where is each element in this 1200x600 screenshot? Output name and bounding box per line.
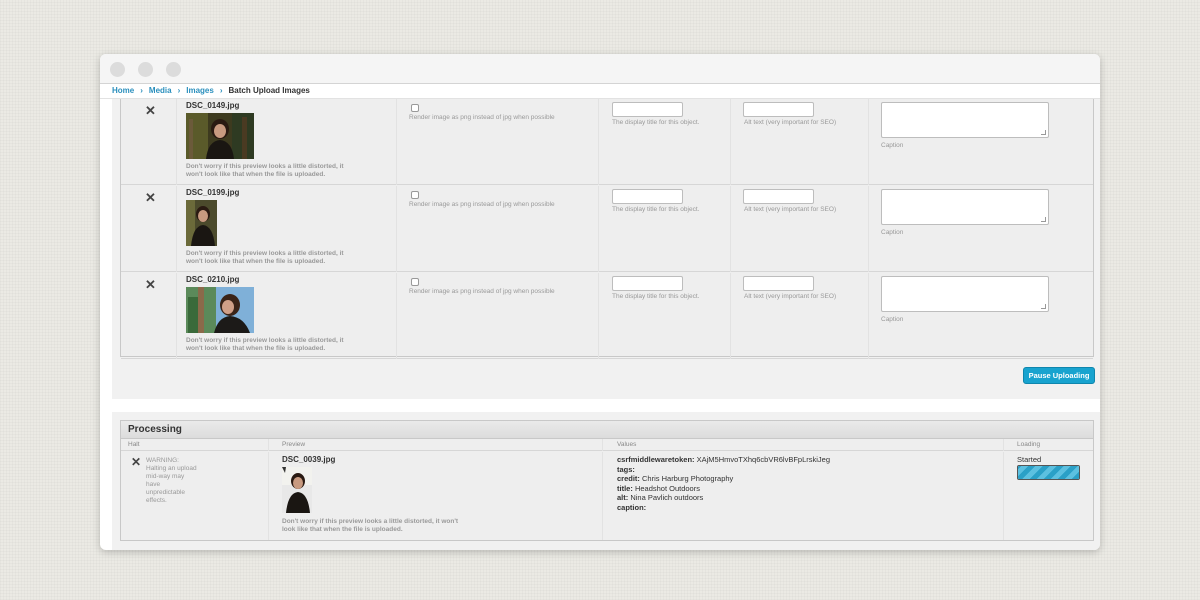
- title-bar: [100, 54, 1100, 84]
- column-header-preview: Preview: [269, 439, 603, 451]
- image-preview: [186, 287, 254, 333]
- image-preview: [186, 200, 217, 246]
- title-hint: The display title for this object.: [612, 119, 700, 126]
- loading-status: Started: [1017, 455, 1042, 464]
- table-row: ✕ DSC_0149.jpg Don't worry if this previ…: [121, 99, 1093, 185]
- title-value: Headshot Outdoors: [634, 483, 700, 493]
- column-header-loading: Loading: [1017, 441, 1041, 448]
- title-hint: The display title for this object.: [612, 293, 700, 300]
- window-maximize-dot[interactable]: [166, 62, 181, 77]
- distortion-note: Don't worry if this preview looks a litt…: [186, 250, 344, 265]
- file-name: DSC_0039.jpg: [282, 455, 336, 464]
- pause-uploading-button[interactable]: Pause Uploading: [1023, 367, 1095, 384]
- column-header-values: Values: [603, 439, 1004, 451]
- title-input[interactable]: [612, 102, 683, 117]
- halt-icon[interactable]: ✕: [131, 455, 141, 469]
- resize-grip-icon[interactable]: [1041, 130, 1046, 135]
- upload-progress-fill: [1018, 466, 1079, 479]
- window-close-dot[interactable]: [110, 62, 125, 77]
- render-png-checkbox[interactable]: [411, 278, 419, 286]
- render-png-label: Render image as png instead of jpg when …: [409, 114, 555, 121]
- tags-label: tags:: [617, 464, 635, 474]
- resize-grip-icon[interactable]: [1041, 304, 1046, 309]
- alt-text-hint: Alt text (very important for SEO): [744, 293, 837, 300]
- title-hint: The display title for this object.: [612, 206, 700, 213]
- title-input[interactable]: [612, 276, 683, 291]
- alt-value: Nina Pavlich outdoors: [630, 493, 704, 503]
- column-header-halt: Halt: [121, 439, 269, 451]
- caption-hint: Caption: [881, 142, 904, 149]
- chevron-right-icon: ›: [177, 86, 181, 95]
- processing-title: Processing: [121, 421, 1093, 439]
- chevron-right-icon: ›: [219, 86, 223, 95]
- alt-label: alt:: [617, 493, 629, 503]
- title-input[interactable]: [612, 189, 683, 204]
- breadcrumb: Home › Media › Images › Batch Upload Images: [100, 84, 1100, 99]
- file-name: DSC_0149.jpg: [186, 101, 240, 110]
- processing-panel: Processing Halt Preview Values Loading ✕…: [112, 412, 1100, 550]
- breadcrumb-current: Batch Upload Images: [228, 86, 310, 95]
- breadcrumb-home-link[interactable]: Home: [112, 86, 134, 95]
- file-name: DSC_0199.jpg: [186, 188, 240, 197]
- alt-text-input[interactable]: [743, 276, 814, 291]
- upload-table: ✕ DSC_0149.jpg Don't worry if this previ…: [120, 99, 1094, 359]
- processing-table: Processing Halt Preview Values Loading ✕…: [120, 420, 1094, 541]
- upload-progress-bar: [1017, 465, 1080, 480]
- breadcrumb-images-link[interactable]: Images: [186, 86, 214, 95]
- distortion-note: Don't worry if this preview looks a litt…: [282, 518, 459, 533]
- render-png-label: Render image as png instead of jpg when …: [409, 201, 555, 208]
- csrf-value: XAjM5HmvoTXhq6cbVR6lvBFpLrskiJeg: [696, 455, 831, 464]
- window-minimize-dot[interactable]: [138, 62, 153, 77]
- alt-text-hint: Alt text (very important for SEO): [744, 119, 837, 126]
- breadcrumb-media-link[interactable]: Media: [149, 86, 172, 95]
- alt-text-input[interactable]: [743, 102, 814, 117]
- halt-warning: WARNING: Halting an upload mid-way may h…: [146, 457, 197, 504]
- alt-text-hint: Alt text (very important for SEO): [744, 206, 837, 213]
- distortion-note: Don't worry if this preview looks a litt…: [186, 163, 344, 178]
- image-preview: [186, 113, 254, 159]
- render-png-checkbox[interactable]: [411, 191, 419, 199]
- caption-hint: Caption: [881, 316, 904, 323]
- browser-window: Home › Media › Images › Batch Upload Images ✕ …: [100, 54, 1100, 550]
- distortion-note: Don't worry if this preview looks a litt…: [186, 337, 344, 352]
- credit-value: Chris Harburg Photography: [642, 474, 734, 484]
- image-preview: [282, 467, 312, 513]
- upload-queue: ✕ DSC_0149.jpg Don't worry if this previ…: [112, 99, 1100, 399]
- table-row: ✕ DSC_0199.jpg Don't worry if this previ…: [121, 186, 1093, 272]
- render-png-checkbox[interactable]: [411, 104, 419, 112]
- file-name: DSC_0210.jpg: [186, 275, 240, 284]
- render-png-label: Render image as png instead of jpg when …: [409, 288, 555, 295]
- remove-icon[interactable]: ✕: [145, 190, 156, 206]
- caption-textarea[interactable]: [881, 189, 1049, 225]
- upload-values: csrfmiddlewaretoken: XAjM5HmvoTXhq6cbVR6…: [617, 455, 830, 513]
- table-row: ✕ DSC_0210.jpg Don't worry if this previ…: [121, 273, 1093, 359]
- caption-label: caption:: [617, 502, 647, 512]
- remove-icon[interactable]: ✕: [145, 103, 156, 119]
- caption-hint: Caption: [881, 229, 904, 236]
- credit-label: credit:: [617, 474, 640, 484]
- alt-text-input[interactable]: [743, 189, 814, 204]
- table-row: ✕ WARNING: Halting an upload mid-way may…: [121, 452, 1093, 540]
- csrf-label: csrfmiddlewaretoken:: [617, 455, 695, 464]
- resize-grip-icon[interactable]: [1041, 217, 1046, 222]
- caption-textarea[interactable]: [881, 102, 1049, 138]
- title-label: title:: [617, 483, 633, 493]
- caption-textarea[interactable]: [881, 276, 1049, 312]
- column-headers: Halt Preview Values Loading: [121, 439, 1093, 451]
- remove-icon[interactable]: ✕: [145, 277, 156, 293]
- chevron-right-icon: ›: [140, 86, 143, 95]
